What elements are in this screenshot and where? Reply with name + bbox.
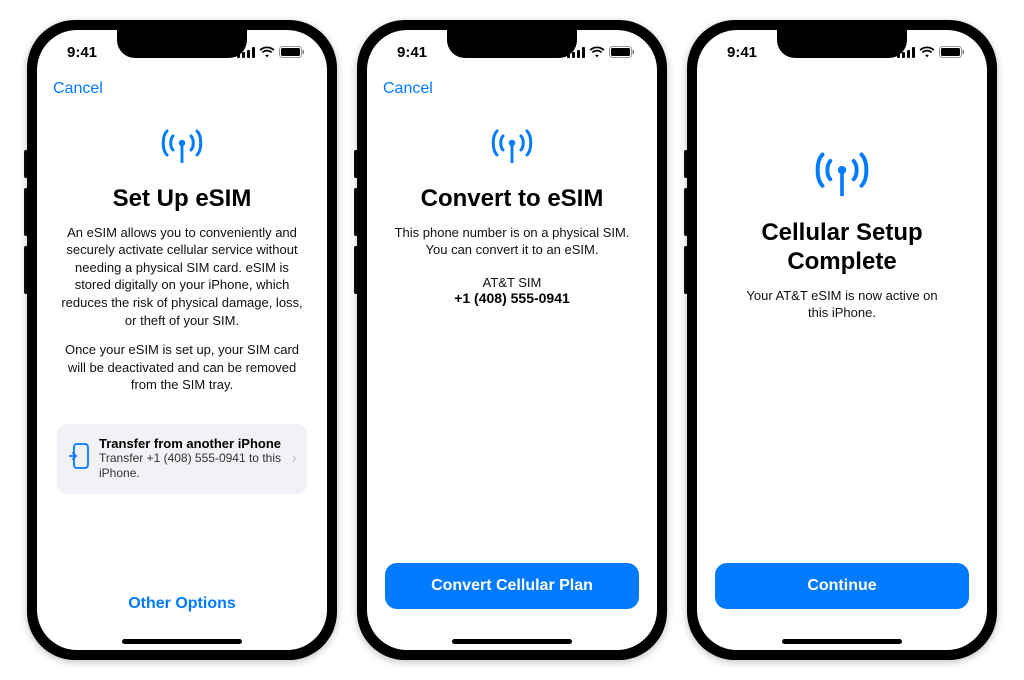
- phone-screen-3: 9:41: [697, 30, 987, 650]
- transfer-from-iphone-card[interactable]: Transfer from another iPhone Transfer +1…: [57, 424, 307, 494]
- home-indicator[interactable]: [122, 639, 242, 644]
- battery-icon: [609, 46, 635, 58]
- nav-bar: [697, 74, 987, 104]
- status-time: 9:41: [727, 44, 757, 61]
- description-paragraph: Your AT&T eSIM is now active on this iPh…: [717, 287, 967, 322]
- home-indicator[interactable]: [452, 639, 572, 644]
- content-area: Cellular Setup Complete Your AT&T eSIM i…: [697, 104, 987, 563]
- status-indicators: [237, 46, 305, 58]
- battery-icon: [279, 46, 305, 58]
- sim-carrier-label: AT&T SIM: [483, 275, 542, 290]
- nav-bar: Cancel: [367, 74, 657, 104]
- wifi-icon: [919, 46, 935, 58]
- bottom-bar: Convert Cellular Plan: [367, 563, 657, 639]
- page-title: Cellular Setup Complete: [717, 219, 967, 277]
- status-indicators: [897, 46, 965, 58]
- cellular-antenna-icon: [812, 148, 872, 205]
- phone-frame-1: 9:41 Cancel: [27, 20, 337, 660]
- battery-icon: [939, 46, 965, 58]
- page-title: Set Up eSIM: [113, 185, 252, 214]
- notch: [777, 30, 907, 58]
- content-area: Convert to eSIM This phone number is on …: [367, 104, 657, 563]
- bottom-bar: Other Options: [37, 575, 327, 639]
- phone-screen-2: 9:41 Cancel: [367, 30, 657, 650]
- status-time: 9:41: [67, 44, 97, 61]
- phone-frame-2: 9:41 Cancel: [357, 20, 667, 660]
- home-indicator[interactable]: [782, 639, 902, 644]
- chevron-right-icon: ›: [292, 450, 297, 468]
- notch: [447, 30, 577, 58]
- notch: [117, 30, 247, 58]
- transfer-device-icon: [69, 443, 89, 474]
- cellular-antenna-icon: [159, 126, 205, 171]
- content-area: Set Up eSIM An eSIM allows you to conven…: [37, 104, 327, 575]
- wifi-icon: [589, 46, 605, 58]
- cancel-button[interactable]: Cancel: [53, 80, 103, 98]
- description-paragraph-2: Once your eSIM is set up, your SIM card …: [57, 341, 307, 394]
- other-options-button[interactable]: Other Options: [55, 575, 309, 625]
- cellular-antenna-icon: [489, 126, 535, 171]
- page-title: Convert to eSIM: [421, 185, 604, 214]
- phone-frame-3: 9:41: [687, 20, 997, 660]
- convert-plan-button[interactable]: Convert Cellular Plan: [385, 563, 639, 609]
- transfer-subtitle: Transfer +1 (408) 555-0941 to this iPhon…: [99, 451, 282, 482]
- description-paragraph-1: An eSIM allows you to conveniently and s…: [57, 224, 307, 329]
- status-time: 9:41: [397, 44, 427, 61]
- status-indicators: [567, 46, 635, 58]
- bottom-bar: Continue: [697, 563, 987, 639]
- wifi-icon: [259, 46, 275, 58]
- transfer-text: Transfer from another iPhone Transfer +1…: [99, 436, 282, 482]
- phone-screen-1: 9:41 Cancel: [37, 30, 327, 650]
- phone-number-label: +1 (408) 555-0941: [454, 290, 570, 306]
- nav-bar: Cancel: [37, 74, 327, 104]
- continue-button[interactable]: Continue: [715, 563, 969, 609]
- transfer-title: Transfer from another iPhone: [99, 436, 282, 451]
- description-paragraph: This phone number is on a physical SIM. …: [387, 224, 637, 259]
- cancel-button[interactable]: Cancel: [383, 80, 433, 98]
